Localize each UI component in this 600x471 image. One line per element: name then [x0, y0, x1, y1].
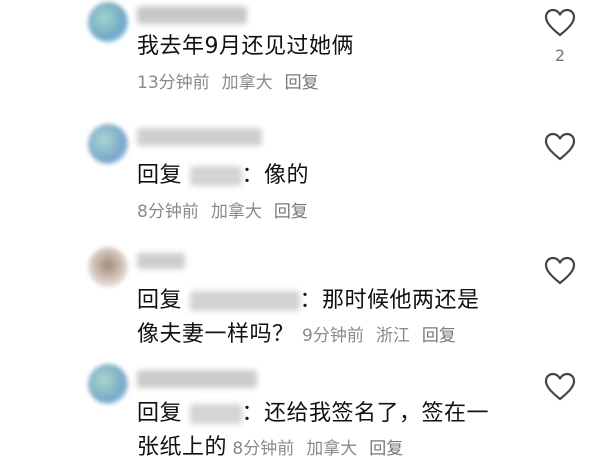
reply-button[interactable]: 回复: [274, 202, 308, 222]
comment-text-line: 像夫妻一样吗？ 9分钟前 浙江 回复: [137, 318, 480, 353]
avatar[interactable]: [88, 364, 128, 404]
comment-text: 我去年9月还见过她俩: [137, 34, 354, 59]
comment-text-line: 回复 ：像的: [137, 159, 320, 193]
comment-location: 加拿大: [210, 202, 262, 222]
username-blurred[interactable]: [137, 6, 247, 24]
reply-prefix: 回复: [137, 163, 183, 188]
comment-text-line: 回复 ：还给我签名了，签在一: [137, 397, 489, 431]
username-blurred[interactable]: [137, 370, 257, 388]
comment-time: 9分钟前: [302, 326, 364, 346]
heart-icon[interactable]: [544, 8, 576, 38]
comment-meta: 13分钟前 加拿大 回复: [137, 66, 354, 100]
comment-text-line: 回复 ：那时候他两还是: [137, 284, 480, 318]
comment-text-line: 张纸上的 8分钟前 加拿大 回复: [137, 431, 489, 466]
avatar[interactable]: [88, 2, 128, 42]
comment-text-block: 回复 ：像的 8分钟前 加拿大 回复: [137, 159, 320, 229]
comment-text: ：还给我签名了，签在一: [241, 401, 490, 426]
comment-time: 13分钟前: [137, 73, 210, 93]
like-count: 2: [554, 46, 566, 65]
comment-text: ：那时候他两还是: [299, 288, 480, 313]
comment-time: 8分钟前: [137, 202, 199, 222]
reply-prefix: 回复: [137, 288, 183, 313]
reply-button[interactable]: 回复: [369, 439, 403, 459]
username-blurred[interactable]: [137, 128, 262, 146]
comment-text: 像夫妻一样吗？: [137, 322, 295, 347]
comment-text: 张纸上的: [137, 435, 228, 460]
heart-icon[interactable]: [544, 132, 576, 162]
comment-location: 加拿大: [306, 439, 358, 459]
heart-icon[interactable]: [544, 372, 576, 402]
comment-meta: 9分钟前 浙江 回复: [302, 326, 468, 346]
heart-icon[interactable]: [544, 256, 576, 286]
comment-text-block: 我去年9月还见过她俩 13分钟前 加拿大 回复: [137, 30, 354, 100]
comment-time: 8分钟前: [232, 439, 295, 459]
reply-button[interactable]: 回复: [422, 326, 456, 346]
avatar[interactable]: [88, 247, 128, 287]
comment-location: 加拿大: [221, 73, 273, 93]
comment-meta: 8分钟前 加拿大 回复: [137, 195, 320, 229]
mentioned-user-blurred[interactable]: [189, 291, 300, 311]
reply-button[interactable]: 回复: [285, 73, 319, 93]
comment-text-block: 回复 ：那时候他两还是 像夫妻一样吗？ 9分钟前 浙江 回复: [137, 284, 480, 353]
mentioned-user-blurred[interactable]: [189, 404, 242, 424]
reply-prefix: 回复: [137, 401, 183, 426]
username-blurred[interactable]: [137, 253, 185, 269]
mentioned-user-blurred[interactable]: [189, 166, 242, 186]
avatar[interactable]: [88, 124, 128, 164]
comment-text-block: 回复 ：还给我签名了，签在一 张纸上的 8分钟前 加拿大 回复: [137, 397, 489, 466]
comment-location: 浙江: [375, 326, 410, 346]
comment-meta: 8分钟前 加拿大 回复: [227, 439, 415, 459]
comment-text: ：像的: [241, 163, 310, 188]
